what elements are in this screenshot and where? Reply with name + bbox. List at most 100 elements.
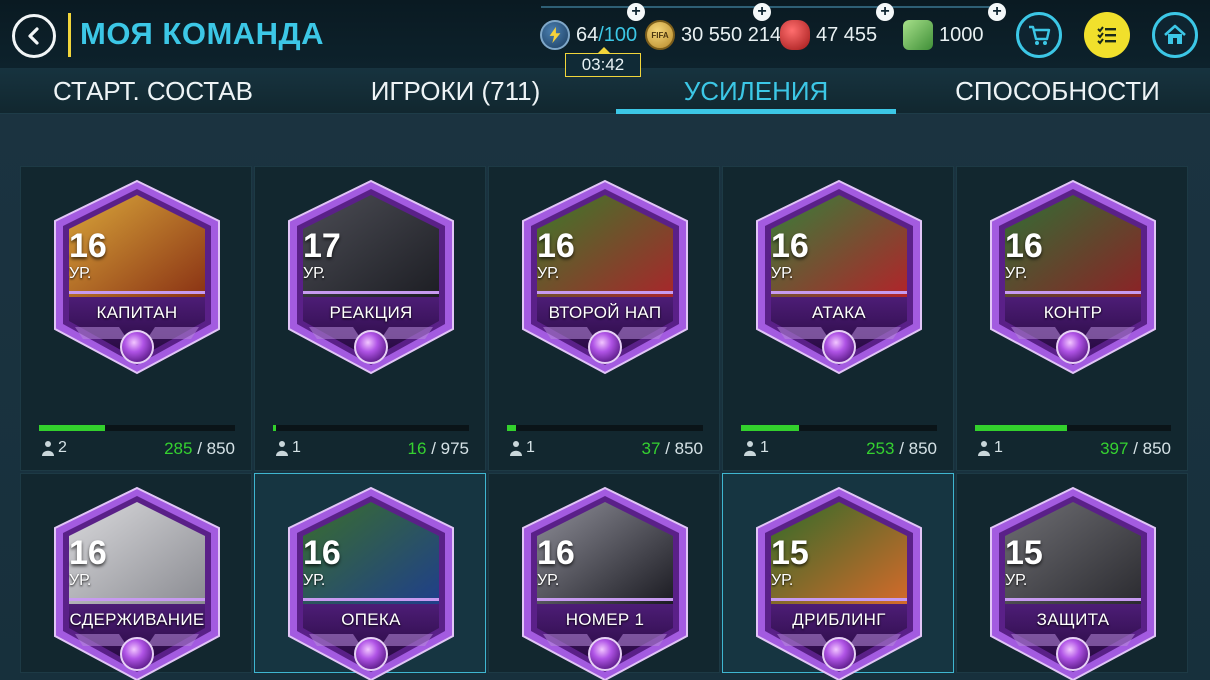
tab-players[interactable]: ИГРОКИ (711) [358,68,553,114]
purple-orb-icon [1056,637,1090,671]
skill-xp: 253 / 850 [866,439,937,459]
skill-xp-current: 285 [164,439,193,458]
purple-orb-icon [354,637,388,671]
skill-owner-count: 1 [994,439,1003,456]
tab-abilities[interactable]: СПОСОБНОСТИ [945,68,1170,114]
purple-orb-icon [822,330,856,364]
purple-orb-icon [120,330,154,364]
skill-badge: 16 УР. КАПИТАН [49,179,225,375]
skill-badge: 16 УР. СДЕРЖИВАНИЕ [49,486,225,680]
skill-xp-total: / 850 [1133,439,1171,458]
skill-name: НОМЕР 1 [565,610,645,629]
skill-level-unit: УР. [537,265,560,282]
player-icon [510,441,522,456]
skill-card[interactable]: 15 УР. ЗАЩИТА [956,473,1188,680]
purple-orb-icon [1056,330,1090,364]
skill-owners: 1 [509,439,535,457]
skill-level: 17 [303,227,341,265]
store-button[interactable] [1016,12,1062,58]
skill-badge: 16 УР. ОПЕКА [283,486,459,680]
skill-xp-current: 16 [407,439,427,458]
tab-starting-lineup[interactable]: СТАРТ. СОСТАВ [38,68,268,114]
skill-name: РЕАКЦИЯ [329,303,413,322]
skill-xp-current: 253 [866,439,895,458]
skill-xp-total: / 850 [665,439,703,458]
skill-boosts-panel: 16 УР. КАПИТАН 2 285 / 850 17 УР. РЕАКЦИ… [0,114,1210,680]
skill-level-unit: УР. [1005,572,1028,589]
skill-name: КОНТР [1043,303,1103,322]
skill-xp-current: 37 [641,439,661,458]
player-icon [276,441,288,456]
skill-card[interactable]: 16 УР. НОМЕР 1 [488,473,720,680]
page-title: МОЯ КОМАНДА [80,16,325,51]
add-cash-plus-icon[interactable]: + [988,3,1006,21]
skill-level: 16 [771,227,809,265]
skill-card[interactable]: 16 УР. СДЕРЖИВАНИЕ [20,473,252,680]
resource-line [541,6,1001,8]
skill-progress-bar [273,425,469,431]
energy-counter[interactable]: 64/100 [540,18,637,52]
skill-level-unit: УР. [771,572,794,589]
energy-max: /100 [598,23,638,46]
skill-card[interactable]: 15 УР. ДРИБЛИНГ [722,473,954,680]
coins-counter[interactable]: FIFA 30 550 214 [645,18,781,52]
player-icon [978,441,990,456]
skill-owner-count: 1 [526,439,535,456]
skill-level: 16 [537,227,575,265]
points-counter[interactable]: 47 455 [780,18,877,52]
skill-owner-count: 1 [760,439,769,456]
skill-badge: 16 УР. ВТОРОЙ НАП [517,179,693,375]
skill-progress-bar [39,425,235,431]
skill-level: 16 [537,534,575,572]
skill-progress-bar [507,425,703,431]
skill-card[interactable]: 17 УР. РЕАКЦИЯ 1 16 / 975 [254,166,486,471]
skill-owners: 1 [977,439,1003,457]
tab-skill-boosts[interactable]: УСИЛЕНИЯ НАВЫКОВ [616,68,896,152]
skill-xp-total: / 850 [197,439,235,458]
skill-badge: 16 УР. НОМЕР 1 [517,486,693,680]
cash-counter[interactable]: 1000 [903,18,984,52]
back-button[interactable] [12,14,56,58]
skill-progress-fill [507,425,516,431]
skill-xp: 16 / 975 [408,439,469,459]
skill-name: ВТОРОЙ НАП [548,303,662,322]
player-icon [42,441,54,456]
checklist-icon [1097,26,1116,45]
skill-card[interactable]: 16 УР. КАПИТАН 2 285 / 850 [20,166,252,471]
skill-card[interactable]: 16 УР. ОПЕКА [254,473,486,680]
objectives-button[interactable] [1084,12,1130,58]
skill-progress-fill [273,425,277,431]
title-divider [68,13,71,57]
skill-progress-fill [975,425,1067,431]
skill-xp-current: 397 [1100,439,1129,458]
lightning-icon [540,20,570,50]
skill-owners: 2 [41,439,67,457]
skill-name: ЗАЩИТА [1036,610,1110,629]
skill-name: КАПИТАН [96,303,178,322]
skill-level: 15 [771,534,809,572]
skill-level-unit: УР. [1005,265,1028,282]
cash-value: 1000 [939,23,984,46]
skill-name: ДРИБЛИНГ [792,610,886,629]
purple-orb-icon [588,637,622,671]
skill-level: 16 [69,227,107,265]
skill-level-unit: УР. [303,265,326,282]
skill-xp-total: / 850 [899,439,937,458]
home-icon [1164,24,1186,44]
skill-name: ОПЕКА [341,610,401,629]
skill-xp-total: / 975 [431,439,469,458]
skill-card[interactable]: 16 УР. КОНТР 1 397 / 850 [956,166,1188,471]
skill-level: 15 [1005,534,1043,572]
skill-card[interactable]: 16 УР. ВТОРОЙ НАП 1 37 / 850 [488,166,720,471]
skill-level: 16 [1005,227,1043,265]
skill-xp: 397 / 850 [1100,439,1171,459]
add-points-plus-icon[interactable]: + [876,3,894,21]
home-button[interactable] [1152,12,1198,58]
skill-card[interactable]: 16 УР. АТАКА 1 253 / 850 [722,166,954,471]
coins-value: 30 550 214 [681,23,782,46]
skill-owners: 1 [275,439,301,457]
skill-level-unit: УР. [69,265,92,282]
purple-orb-icon [588,330,622,364]
purple-orb-icon [822,637,856,671]
energy-timer: 03:42 [565,53,641,77]
